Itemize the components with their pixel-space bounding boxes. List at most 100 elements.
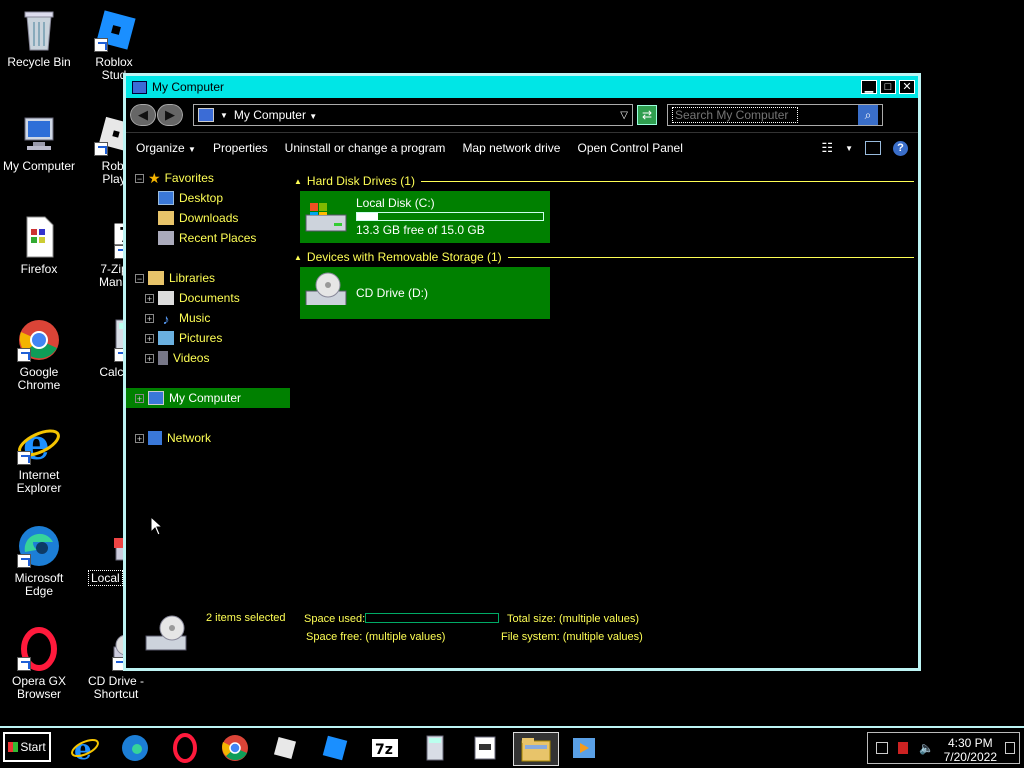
nav-item-pictures[interactable]: + Pictures bbox=[126, 328, 284, 348]
maximize-button[interactable]: □ bbox=[880, 80, 896, 94]
properties-button[interactable]: Properties bbox=[213, 141, 268, 155]
drive-tile-c[interactable]: Local Disk (C:) 13.3 GB free of 15.0 GB bbox=[300, 191, 550, 243]
chrome-icon bbox=[222, 735, 248, 761]
cd-drive-icon bbox=[305, 272, 347, 305]
total-size: Total size: (multiple values) bbox=[507, 613, 640, 625]
collapse-icon[interactable]: − bbox=[135, 273, 144, 283]
nav-item-my-computer[interactable]: + My Computer bbox=[126, 388, 290, 408]
taskbar-roblox-studio[interactable] bbox=[317, 732, 353, 764]
address-row: ◀ ▶ ▼ My Computer ▼ ▽ ⇄ ⌕ bbox=[126, 98, 918, 133]
show-desktop-icon[interactable] bbox=[1005, 742, 1015, 754]
clock[interactable]: 4:30 PM 7/20/2022 bbox=[944, 736, 997, 764]
organize-button[interactable]: Organize ▼ bbox=[136, 141, 196, 155]
libraries-icon bbox=[148, 271, 164, 285]
taskbar-roblox-player[interactable] bbox=[267, 732, 303, 764]
nav-item-network[interactable]: + Network bbox=[126, 428, 284, 448]
space-used-label: Space used: bbox=[304, 613, 366, 625]
taskbar-notepad[interactable] bbox=[467, 732, 503, 764]
control-panel-button[interactable]: Open Control Panel bbox=[577, 141, 682, 155]
minimize-button[interactable]: ▁ bbox=[861, 80, 877, 94]
window-title: My Computer bbox=[152, 80, 225, 94]
collapse-arrow-icon[interactable]: ▲ bbox=[294, 177, 302, 186]
network-tray-icon[interactable] bbox=[876, 742, 888, 754]
address-bar[interactable]: ▼ My Computer ▼ ▽ bbox=[193, 104, 633, 126]
recent-places-icon bbox=[158, 231, 174, 245]
taskbar-internet-explorer[interactable]: e bbox=[67, 732, 103, 764]
group-header-hard-disk[interactable]: ▲ Hard Disk Drives (1) bbox=[294, 173, 914, 189]
desktop-icon-recycle-bin[interactable]: Recycle Bin bbox=[0, 8, 81, 69]
address-text[interactable]: My Computer bbox=[234, 108, 306, 122]
address-dropdown-icon[interactable]: ▽ bbox=[620, 110, 628, 121]
desktop-icon-my-computer[interactable]: My Computer bbox=[0, 112, 81, 173]
clock-date: 7/20/2022 bbox=[943, 750, 997, 764]
desktop-icon-firefox[interactable]: Firefox bbox=[0, 215, 81, 276]
desktop-icon-internet-explorer[interactable]: e Internet Explorer bbox=[0, 420, 81, 495]
roblox-player-icon bbox=[273, 736, 297, 760]
desktop-icon-label: Recycle Bin bbox=[7, 55, 71, 69]
nav-item-videos[interactable]: + Videos bbox=[126, 348, 284, 368]
chevron-down-icon[interactable]: ▼ bbox=[845, 144, 853, 153]
opera-gx-icon bbox=[17, 627, 61, 671]
expand-icon[interactable]: + bbox=[135, 393, 144, 403]
expand-icon[interactable]: + bbox=[145, 333, 154, 343]
drive-usage-bar bbox=[356, 212, 544, 221]
chevron-down-icon[interactable]: ▼ bbox=[220, 111, 228, 120]
close-button[interactable]: ✕ bbox=[899, 80, 915, 94]
nav-item-documents[interactable]: + Documents bbox=[126, 288, 284, 308]
refresh-icon[interactable]: ⇄ bbox=[637, 105, 657, 125]
taskbar-opera-gx[interactable] bbox=[167, 732, 203, 764]
drive-tile-d[interactable]: CD Drive (D:) bbox=[300, 267, 550, 319]
collapse-arrow-icon[interactable]: ▲ bbox=[294, 253, 302, 262]
nav-item-music[interactable]: + ♪ Music bbox=[126, 308, 284, 328]
taskbar-file-explorer[interactable] bbox=[513, 732, 559, 766]
desktop-icon-edge[interactable]: Microsoft Edge bbox=[0, 524, 81, 598]
preview-pane-icon[interactable] bbox=[865, 141, 881, 155]
search-input[interactable] bbox=[672, 107, 798, 123]
start-button[interactable]: Start bbox=[3, 732, 51, 762]
taskbar-chrome[interactable] bbox=[217, 732, 253, 764]
uninstall-button[interactable]: Uninstall or change a program bbox=[285, 141, 446, 155]
title-bar[interactable]: My Computer ▁ □ ✕ bbox=[126, 76, 918, 98]
desktop-folder-icon bbox=[158, 191, 174, 205]
svg-text:7z: 7z bbox=[375, 742, 393, 758]
nav-item-favorites[interactable]: − ★ Favorites bbox=[126, 168, 284, 188]
taskbar-media-player[interactable] bbox=[566, 732, 602, 764]
expand-icon[interactable]: + bbox=[145, 353, 154, 363]
desktop-icon-roblox-studio[interactable]: Roblox Stud bbox=[74, 8, 158, 82]
desktop-icon-opera-gx[interactable]: Opera GX Browser bbox=[0, 627, 81, 701]
nav-item-recent-places[interactable]: Recent Places bbox=[126, 228, 284, 248]
desktop-icon-chrome[interactable]: Google Chrome bbox=[0, 318, 81, 392]
expand-icon[interactable]: + bbox=[135, 433, 144, 443]
view-options-icon[interactable]: ☷ bbox=[821, 140, 833, 156]
volume-icon[interactable]: 🔈 bbox=[919, 741, 934, 755]
file-explorer-icon bbox=[521, 738, 551, 762]
computer-icon bbox=[198, 108, 214, 122]
search-box[interactable]: ⌕ bbox=[667, 104, 883, 126]
command-bar: Organize ▼ Properties Uninstall or chang… bbox=[126, 133, 918, 163]
edge-icon bbox=[122, 735, 148, 761]
taskbar-calculator[interactable] bbox=[417, 732, 453, 764]
chevron-down-icon[interactable]: ▼ bbox=[309, 112, 317, 121]
forward-button[interactable]: ▶ bbox=[157, 104, 183, 126]
taskbar-7zip[interactable]: 7z bbox=[367, 732, 403, 764]
action-center-icon[interactable] bbox=[898, 742, 908, 754]
expand-icon[interactable]: + bbox=[145, 293, 154, 303]
back-button[interactable]: ◀ bbox=[130, 104, 156, 126]
help-icon[interactable]: ? bbox=[893, 140, 908, 156]
calculator-icon bbox=[426, 735, 444, 761]
nav-item-downloads[interactable]: Downloads bbox=[126, 208, 284, 228]
desktop-icon-label: Opera GX Browser bbox=[11, 674, 67, 701]
map-drive-button[interactable]: Map network drive bbox=[462, 141, 560, 155]
search-icon[interactable]: ⌕ bbox=[858, 105, 878, 125]
shortcut-arrow-icon bbox=[94, 38, 108, 52]
notepad-icon bbox=[474, 736, 496, 760]
collapse-icon[interactable]: − bbox=[135, 173, 144, 183]
taskbar-edge[interactable] bbox=[117, 732, 153, 764]
nav-item-desktop[interactable]: Desktop bbox=[126, 188, 284, 208]
nav-item-libraries[interactable]: − Libraries bbox=[126, 268, 284, 288]
group-header-removable[interactable]: ▲ Devices with Removable Storage (1) bbox=[294, 249, 914, 265]
recycle-bin-icon bbox=[17, 8, 61, 52]
expand-icon[interactable]: + bbox=[145, 313, 154, 323]
shortcut-arrow-icon bbox=[17, 348, 31, 362]
media-player-icon bbox=[573, 738, 595, 758]
